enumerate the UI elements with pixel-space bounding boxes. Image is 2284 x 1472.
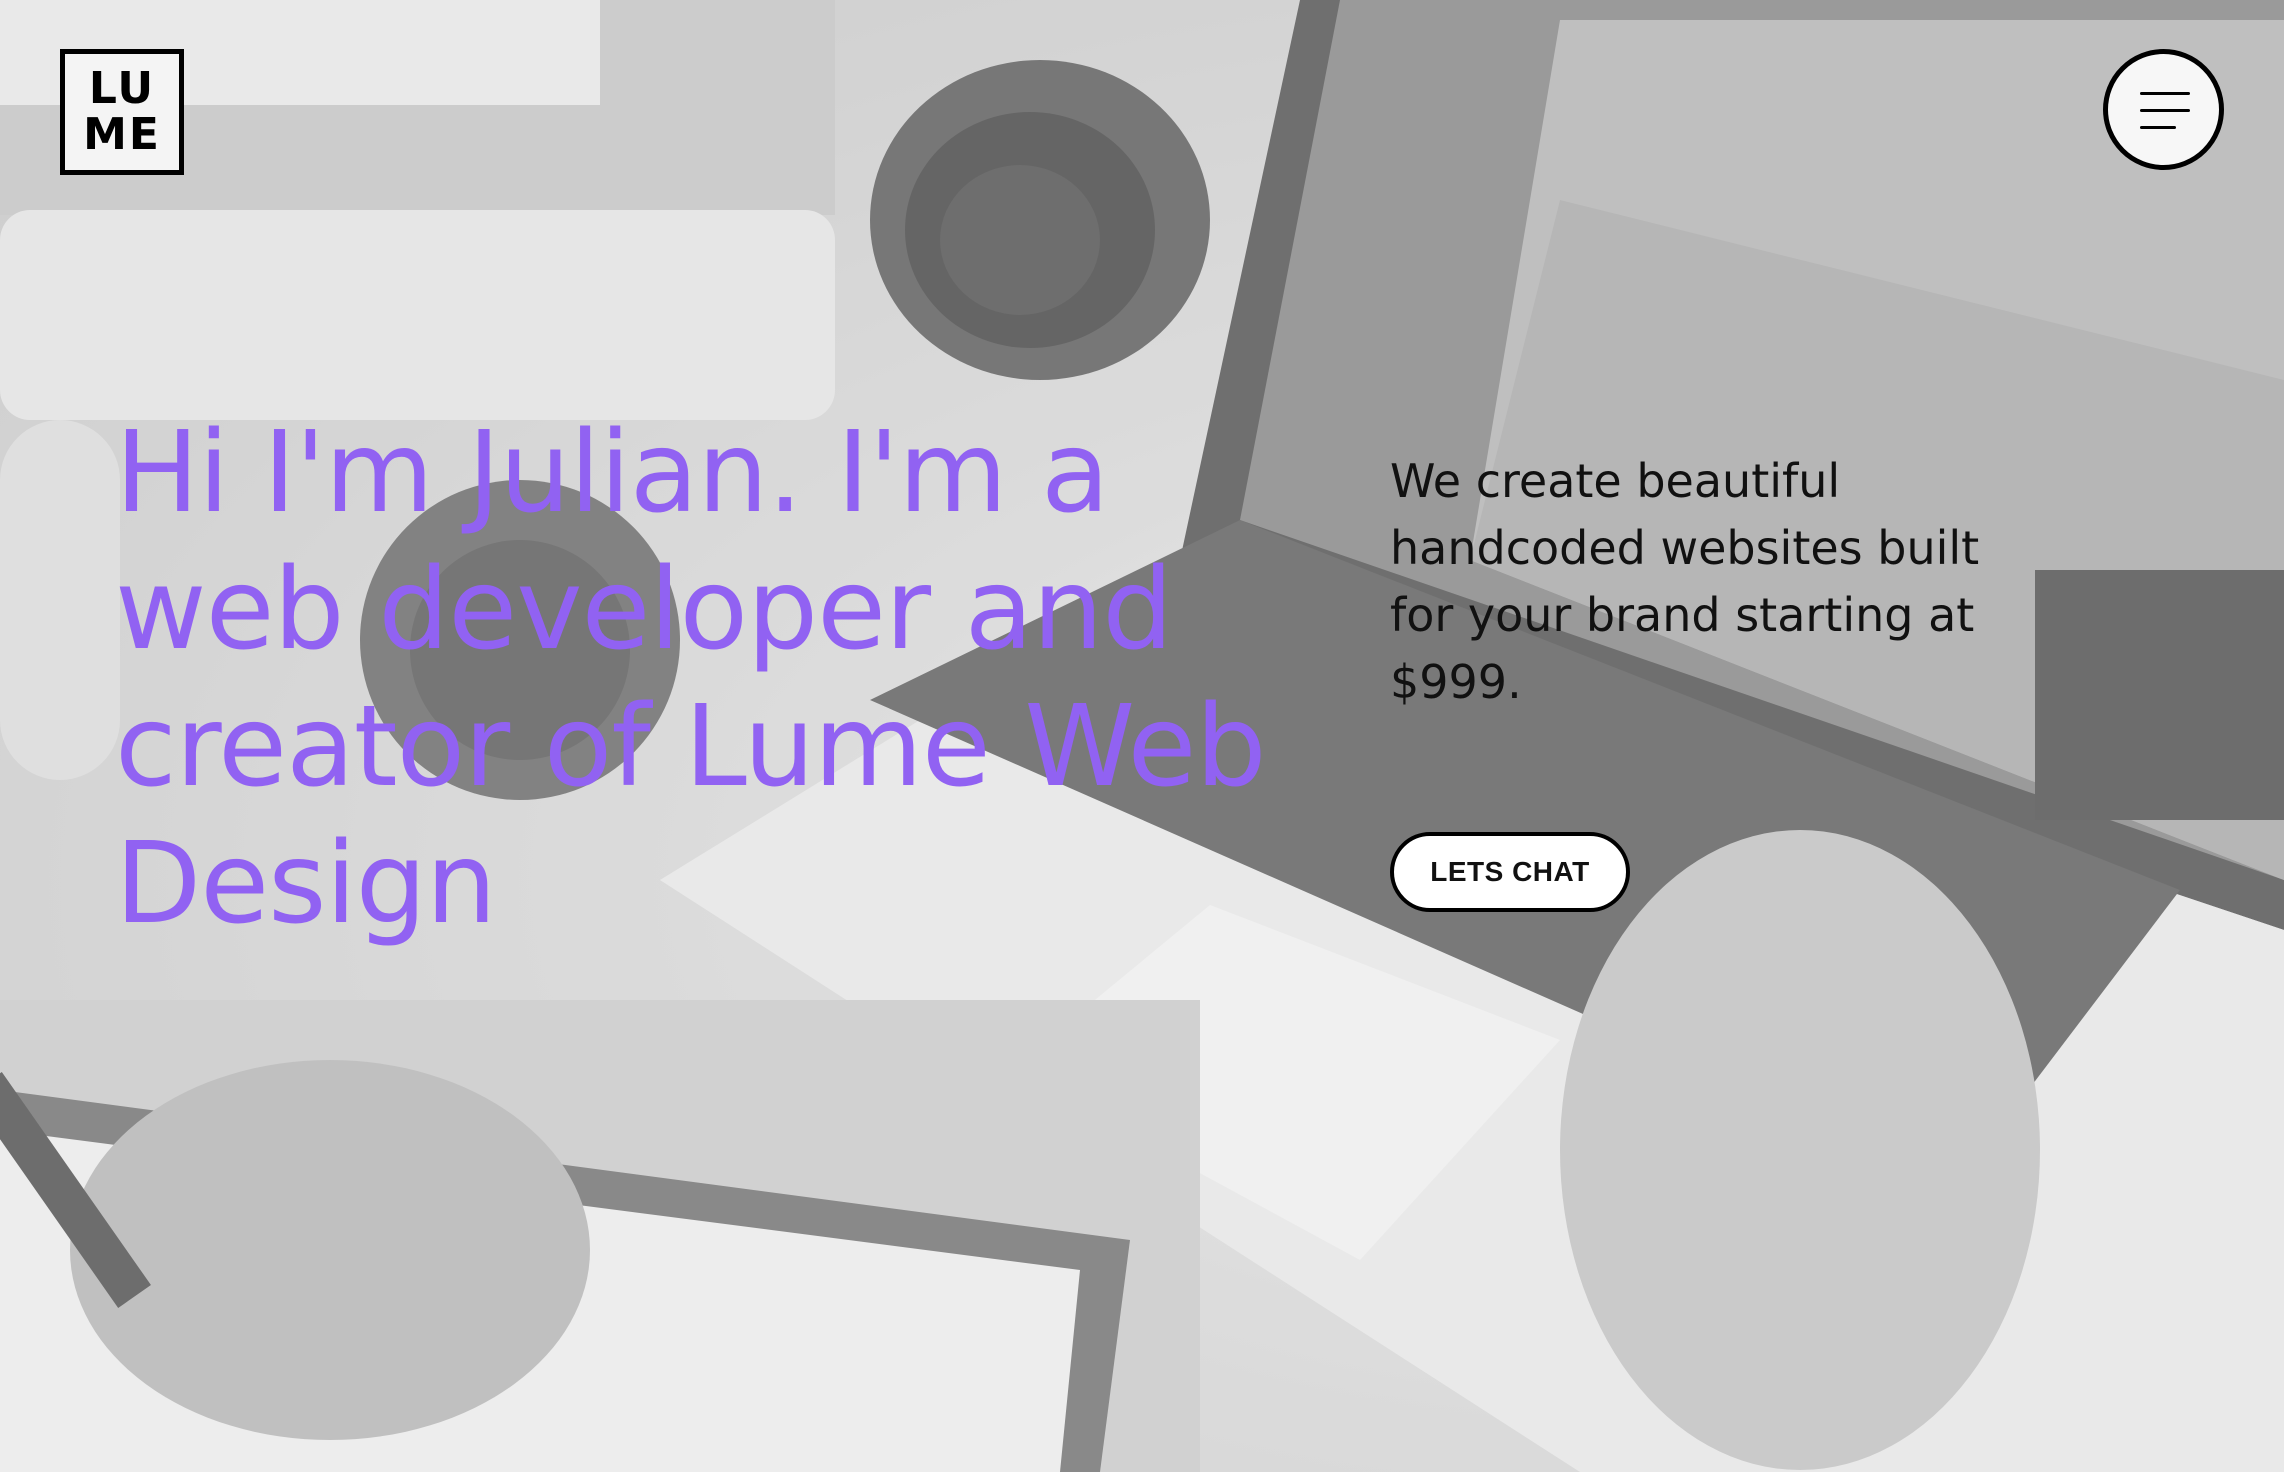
- lume-logo[interactable]: LU ME: [60, 49, 184, 175]
- lets-chat-button[interactable]: LETS CHAT: [1390, 832, 1630, 912]
- hero-page: LU ME Hi I'm Julian. I'm a web developer…: [0, 0, 2284, 1472]
- hero-intro-text: We create beautiful handcoded websites b…: [1390, 454, 1980, 709]
- logo-line-2: ME: [83, 109, 161, 160]
- hero-headline: Hi I'm Julian. I'm a web developer and c…: [115, 408, 1267, 949]
- logo-line-1: LU: [88, 63, 156, 114]
- menu-button[interactable]: [2103, 49, 2224, 170]
